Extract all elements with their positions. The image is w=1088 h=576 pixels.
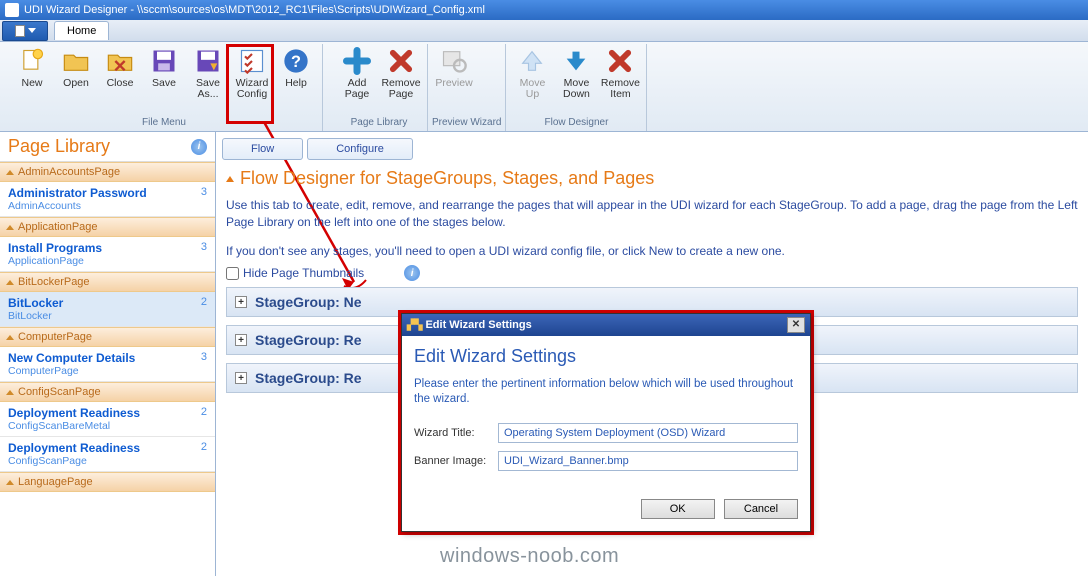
- wizard-title-label: Wizard Title:: [414, 427, 498, 439]
- new-button[interactable]: New: [10, 44, 54, 117]
- dialog-titlebar[interactable]: ▞▚ Edit Wizard Settings ✕: [402, 314, 810, 336]
- hide-thumbnails-checkbox[interactable]: [226, 267, 239, 280]
- preview-button[interactable]: Preview: [432, 44, 476, 117]
- sidebar-category[interactable]: ComputerPage: [0, 327, 215, 347]
- group-label-preview: Preview Wizard: [432, 117, 501, 131]
- remove-page-button[interactable]: Remove Page: [379, 44, 423, 117]
- expand-icon[interactable]: +: [235, 372, 247, 384]
- svg-text:?: ?: [291, 53, 301, 71]
- open-button[interactable]: Open: [54, 44, 98, 117]
- ribbon: New Open Close Save Save As... Wizard Co…: [0, 42, 1088, 132]
- edit-wizard-settings-dialog: ▞▚ Edit Wizard Settings ✕ Edit Wizard Se…: [401, 313, 811, 532]
- sidebar-category[interactable]: LanguagePage: [0, 472, 215, 492]
- sidebar-header: Page Library i: [0, 132, 215, 162]
- help-button[interactable]: ? Help: [274, 44, 318, 117]
- move-up-button[interactable]: Move Up: [510, 44, 554, 117]
- sidebar: Page Library i AdminAccountsPageAdminist…: [0, 132, 216, 576]
- tab-flow[interactable]: Flow: [222, 138, 303, 160]
- watermark: windows-noob.com: [440, 545, 619, 568]
- titlebar: UDI Wizard Designer - \\sccm\sources\os\…: [0, 0, 1088, 20]
- chevron-up-icon: [226, 176, 234, 182]
- main-heading: Flow Designer for StageGroups, Stages, a…: [216, 166, 1088, 191]
- add-page-button[interactable]: Add Page: [335, 44, 379, 117]
- sidebar-item[interactable]: Deployment ReadinessConfigScanPage2: [0, 437, 215, 472]
- banner-image-label: Banner Image:: [414, 455, 498, 467]
- app-icon: [5, 3, 19, 17]
- sidebar-category[interactable]: ConfigScanPage: [0, 382, 215, 402]
- annotation-dialog-highlight: ▞▚ Edit Wizard Settings ✕ Edit Wizard Se…: [398, 310, 814, 535]
- sidebar-item[interactable]: Deployment ReadinessConfigScanBareMetal2: [0, 402, 215, 437]
- close-button[interactable]: Close: [98, 44, 142, 117]
- sidebar-item[interactable]: Administrator PasswordAdminAccounts3: [0, 182, 215, 217]
- sidebar-category[interactable]: AdminAccountsPage: [0, 162, 215, 182]
- group-label-file: File Menu: [10, 117, 318, 131]
- sidebar-category[interactable]: BitLockerPage: [0, 272, 215, 292]
- sidebar-category[interactable]: ApplicationPage: [0, 217, 215, 237]
- banner-image-input[interactable]: [498, 451, 798, 471]
- group-label-flow: Flow Designer: [510, 117, 642, 131]
- expand-icon[interactable]: +: [235, 334, 247, 346]
- ok-button[interactable]: OK: [641, 499, 715, 519]
- dialog-heading: Edit Wizard Settings: [414, 346, 798, 367]
- move-down-button[interactable]: Move Down: [554, 44, 598, 117]
- info-icon[interactable]: i: [191, 139, 207, 155]
- sidebar-item[interactable]: New Computer DetailsComputerPage3: [0, 347, 215, 382]
- menubar: Home: [0, 20, 1088, 42]
- hide-thumbnails-label: Hide Page Thumbnails: [243, 266, 364, 280]
- expand-icon[interactable]: +: [235, 296, 247, 308]
- sidebar-item[interactable]: Install ProgramsApplicationPage3: [0, 237, 215, 272]
- cancel-button[interactable]: Cancel: [724, 499, 798, 519]
- save-button[interactable]: Save: [142, 44, 186, 117]
- remove-item-button[interactable]: Remove Item: [598, 44, 642, 117]
- chevron-down-icon: [28, 28, 36, 33]
- app-menu-button[interactable]: [2, 21, 48, 41]
- close-icon[interactable]: ✕: [787, 317, 805, 333]
- wizard-config-button[interactable]: Wizard Config: [230, 44, 274, 117]
- wizard-title-input[interactable]: [498, 423, 798, 443]
- dialog-text: Please enter the pertinent information b…: [414, 377, 798, 407]
- info-icon[interactable]: i: [404, 265, 420, 281]
- save-as-button[interactable]: Save As...: [186, 44, 230, 117]
- sidebar-item[interactable]: BitLockerBitLocker2: [0, 292, 215, 327]
- main-desc-1: Use this tab to create, edit, remove, an…: [216, 191, 1088, 237]
- sidebar-title: Page Library: [8, 136, 110, 157]
- main-desc-2: If you don't see any stages, you'll need…: [216, 237, 1088, 266]
- window-title: UDI Wizard Designer - \\sccm\sources\os\…: [24, 4, 485, 16]
- document-icon: [15, 25, 25, 37]
- group-label-pagelib: Page Library: [335, 117, 423, 131]
- tab-configure[interactable]: Configure: [307, 138, 413, 160]
- tab-home[interactable]: Home: [54, 21, 109, 40]
